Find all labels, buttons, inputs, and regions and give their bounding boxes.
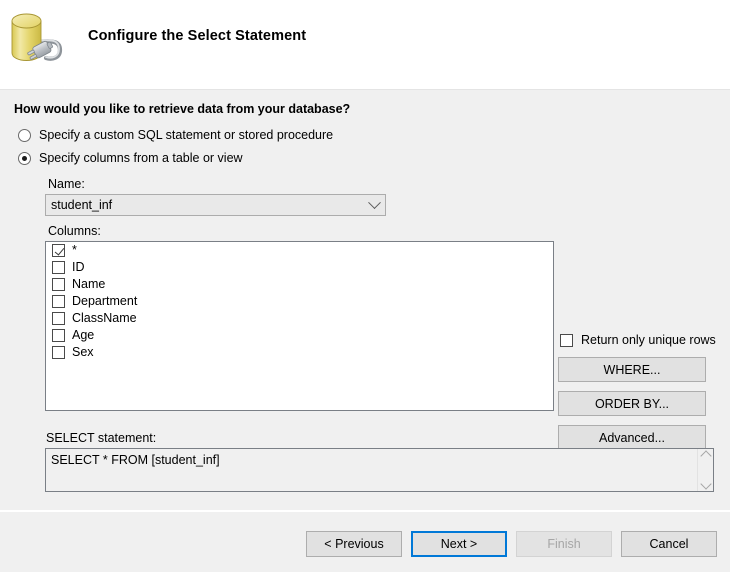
vertical-scrollbar[interactable] (697, 449, 713, 491)
list-item[interactable]: * (46, 242, 553, 259)
wizard-header: Configure the Select Statement (0, 0, 730, 89)
radio-custom-sql-statement-label: Specify a custom SQL statement or stored… (39, 128, 334, 142)
cancel-button[interactable]: Cancel (621, 531, 717, 557)
list-item-label: ClassName (72, 311, 137, 325)
list-item-label: * (72, 243, 77, 257)
checkbox-column-classname[interactable] (52, 312, 65, 325)
checkbox-column-id[interactable] (52, 261, 65, 274)
previous-button[interactable]: < Previous (306, 531, 402, 557)
select-statement-value[interactable]: SELECT * FROM [student_inf] (46, 449, 697, 491)
advanced-button[interactable]: Advanced... (558, 425, 706, 450)
checkbox-column-all[interactable] (52, 244, 65, 257)
list-item[interactable]: ID (46, 259, 553, 276)
database-connection-icon (8, 8, 70, 70)
checkbox-column-age[interactable] (52, 329, 65, 342)
page-title: Configure the Select Statement (88, 28, 307, 44)
list-item[interactable]: Name (46, 276, 553, 293)
return-unique-rows-checkbox[interactable]: Return only unique rows (560, 334, 716, 347)
checkbox-indicator[interactable] (560, 334, 573, 347)
next-button[interactable]: Next > (411, 531, 507, 557)
radio-indicator[interactable] (18, 151, 31, 165)
list-item-label: Name (72, 277, 106, 291)
radio-columns-from-table-label: Specify columns from a table or view (39, 151, 243, 165)
radio-custom-sql-statement[interactable]: Specify a custom SQL statement or stored… (18, 128, 333, 142)
radio-indicator[interactable] (18, 128, 31, 142)
chevron-down-icon[interactable] (363, 195, 385, 210)
prompt-text: How would you like to retrieve data from… (14, 102, 351, 116)
list-item[interactable]: ClassName (46, 310, 553, 327)
select-statement-textarea[interactable]: SELECT * FROM [student_inf] (45, 448, 714, 492)
scroll-down-icon[interactable] (699, 478, 712, 490)
select-statement-label: SELECT statement: (46, 431, 157, 445)
list-item-label: Sex (72, 345, 94, 359)
radio-columns-from-table[interactable]: Specify columns from a table or view (18, 151, 243, 165)
list-item-label: Department (72, 294, 138, 308)
list-item-label: ID (72, 260, 85, 274)
checkbox-column-name[interactable] (52, 278, 65, 291)
select-statement-wizard: Configure the Select Statement How would… (0, 0, 730, 572)
columns-listbox[interactable]: * ID Name Department ClassName Age Sex (45, 241, 554, 411)
columns-label: Columns: (48, 224, 101, 238)
wizard-footer: < Previous Next > Finish Cancel (0, 512, 730, 572)
checkbox-column-sex[interactable] (52, 346, 65, 359)
return-unique-rows-label: Return only unique rows (581, 333, 716, 347)
where-button[interactable]: WHERE... (558, 357, 706, 382)
list-item-label: Age (72, 328, 95, 342)
table-name-value: student_inf (51, 198, 113, 212)
list-item[interactable]: Age (46, 327, 553, 344)
list-item[interactable]: Department (46, 293, 553, 310)
name-label: Name: (48, 177, 85, 191)
finish-button: Finish (516, 531, 612, 557)
table-name-dropdown[interactable]: student_inf (45, 194, 386, 216)
order-by-button[interactable]: ORDER BY... (558, 391, 706, 416)
scroll-up-icon[interactable] (699, 450, 712, 462)
checkbox-column-department[interactable] (52, 295, 65, 308)
list-item[interactable]: Sex (46, 344, 553, 361)
wizard-body: How would you like to retrieve data from… (0, 90, 730, 510)
